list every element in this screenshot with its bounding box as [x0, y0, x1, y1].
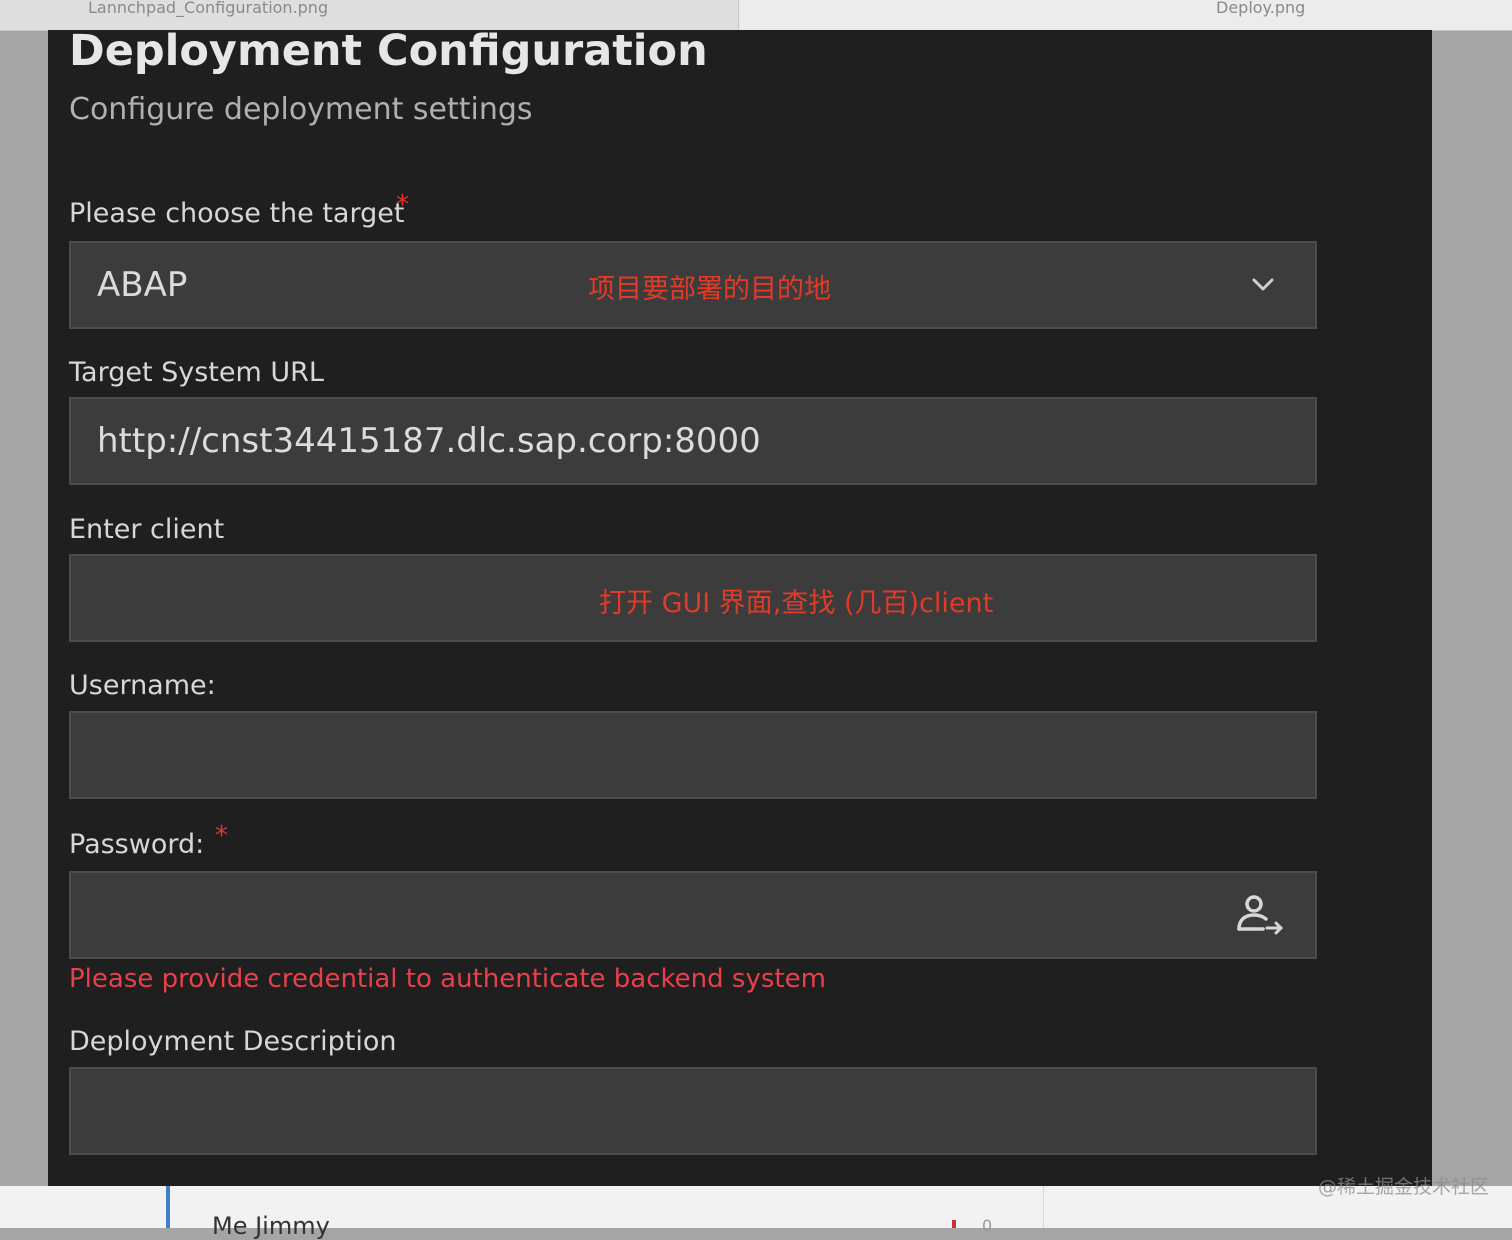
target-label-text: Please choose the target	[69, 198, 405, 229]
page-subtitle: Configure deployment settings	[69, 92, 533, 127]
credential-error-message: Please provide credential to authenticat…	[69, 964, 826, 994]
target-annotation: 项目要部署的目的地	[588, 274, 831, 305]
url-label: Target System URL	[69, 357, 324, 388]
target-select-value: ABAP	[97, 265, 188, 305]
url-input-value: http://cnst34415187.dlc.sap.corp:8000	[97, 421, 761, 461]
target-label: Please choose the target *	[69, 190, 409, 229]
required-mark: *	[396, 190, 409, 220]
chevron-down-icon[interactable]	[1251, 273, 1275, 297]
password-input[interactable]	[69, 871, 1317, 959]
page-title: Deployment Configuration	[69, 26, 708, 76]
password-label: Password: *	[69, 821, 228, 860]
client-label: Enter client	[69, 514, 225, 545]
deployment-description-input[interactable]	[69, 1067, 1317, 1155]
background-count: 0	[982, 1216, 993, 1235]
background-list-text: Me Jimmy	[212, 1212, 330, 1240]
description-label: Deployment Description	[69, 1026, 397, 1057]
tab-label: Lannchpad_Configuration.png	[88, 0, 329, 17]
username-label: Username:	[69, 670, 216, 701]
deployment-configuration-panel: Deployment Configuration Configure deplo…	[48, 26, 1432, 1186]
user-login-icon[interactable]	[1235, 893, 1287, 937]
password-label-text: Password:	[69, 829, 205, 860]
background-window-strip: Me Jimmy 0	[0, 1186, 1512, 1240]
required-mark: *	[215, 821, 228, 851]
tab-label: Deploy.png	[1216, 0, 1306, 17]
selection-indicator	[166, 1186, 170, 1228]
client-annotation: 打开 GUI 界面,查找 (几百)client	[599, 588, 994, 619]
tab-deploy[interactable]: Deploy.png	[740, 0, 1512, 30]
target-select[interactable]: ABAP 项目要部署的目的地	[69, 241, 1317, 329]
watermark: @稀土掘金技术社区	[1318, 1176, 1490, 1198]
divider	[1043, 1186, 1044, 1228]
target-system-url-input[interactable]: http://cnst34415187.dlc.sap.corp:8000	[69, 397, 1317, 485]
username-input[interactable]	[69, 711, 1317, 799]
client-input[interactable]: 打开 GUI 界面,查找 (几百)client	[69, 554, 1317, 642]
red-marker	[952, 1220, 956, 1228]
